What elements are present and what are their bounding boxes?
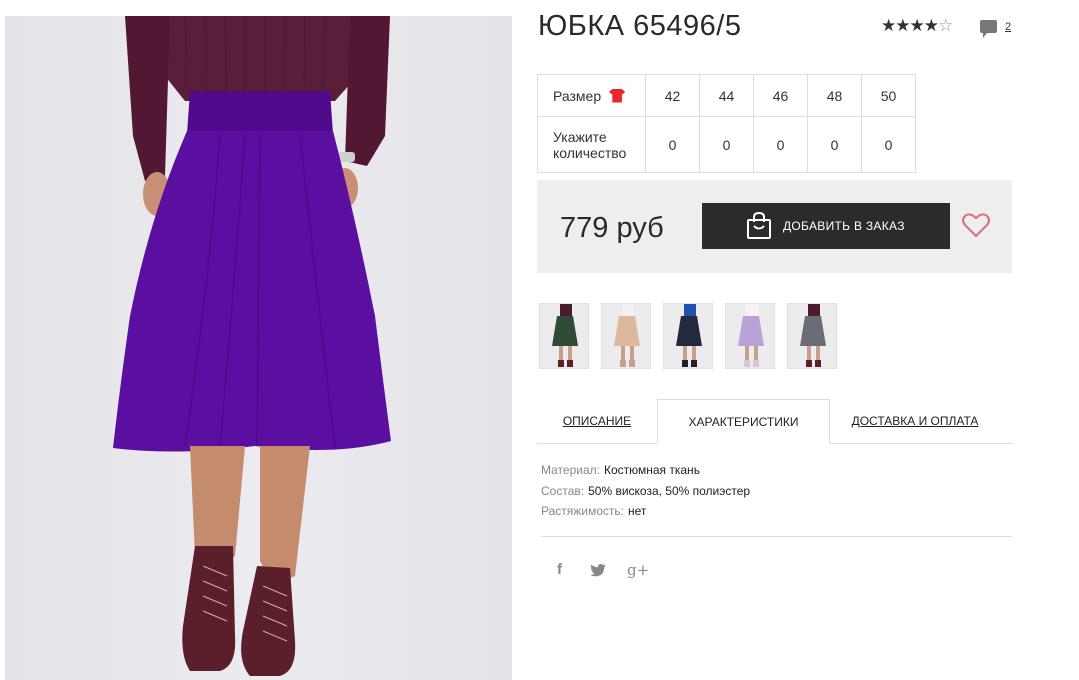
product-tabs: ОПИСАНИЕ ХАРАКТЕРИСТИКИ ДОСТАВКА И ОПЛАТ… xyxy=(537,399,1012,444)
spec-composition-value: 50% вискоза, 50% полиэстер xyxy=(588,483,751,498)
size-quantity-table: Размер 42 44 46 48 50 Укажите количество… xyxy=(537,74,916,173)
quantity-input-42[interactable]: 0 xyxy=(645,116,700,173)
heart-icon[interactable] xyxy=(962,212,990,238)
product-title: ЮБКА 65496/5 xyxy=(538,10,742,42)
rating-empty-star: ☆ xyxy=(937,16,953,35)
tab-characteristics[interactable]: ХАРАКТЕРИСТИКИ xyxy=(657,399,830,444)
size-50: 50 xyxy=(861,74,916,117)
quantity-input-46[interactable]: 0 xyxy=(753,116,808,173)
spec-stretch: Растяжимость: нет xyxy=(541,501,750,522)
thumbnail-beige[interactable] xyxy=(601,303,651,369)
characteristics-list: Материал: Костюмная ткань Состав: 50% виск… xyxy=(541,460,750,522)
rating-filled-stars: ★★★★ xyxy=(881,16,939,35)
tab-description[interactable]: ОПИСАНИЕ xyxy=(537,399,657,443)
price: 779 руб xyxy=(560,212,664,244)
size-48: 48 xyxy=(807,74,862,117)
spec-composition: Состав: 50% вискоза, 50% полиэстер xyxy=(541,481,750,502)
facebook-icon[interactable]: f xyxy=(557,561,562,578)
comment-icon[interactable] xyxy=(980,20,997,38)
thumbnail-lavender[interactable] xyxy=(725,303,775,369)
size-chart-shirt-icon[interactable] xyxy=(609,88,626,103)
thumbnail-navy[interactable] xyxy=(663,303,713,369)
thumbnail-green[interactable] xyxy=(539,303,589,369)
size-42: 42 xyxy=(645,74,700,117)
price-box: 779 руб ДОБАВИТЬ В ЗАКАЗ xyxy=(537,180,1012,273)
tab-delivery-payment[interactable]: ДОСТАВКА И ОПЛАТА xyxy=(830,399,1000,443)
spec-material: Материал: Костюмная ткань xyxy=(541,460,750,481)
size-label: Размер xyxy=(553,87,602,104)
size-46: 46 xyxy=(753,74,808,117)
spec-stretch-value: нет xyxy=(628,504,647,518)
quantity-input-44[interactable]: 0 xyxy=(699,116,754,173)
quantity-input-50[interactable]: 0 xyxy=(861,116,916,173)
add-to-order-button[interactable]: ДОБАВИТЬ В ЗАКАЗ xyxy=(702,203,950,249)
quantity-input-48[interactable]: 0 xyxy=(807,116,862,173)
twitter-icon[interactable] xyxy=(590,564,606,577)
thumbnail-gray[interactable] xyxy=(787,303,837,369)
spec-composition-label: Состав: xyxy=(541,483,585,498)
size-44: 44 xyxy=(699,74,754,117)
spec-material-label: Материал: xyxy=(541,463,600,477)
skirt-photo-illustration xyxy=(113,16,391,676)
rating-stars[interactable]: ★★★★☆ xyxy=(881,16,953,36)
product-main-image[interactable] xyxy=(5,16,512,680)
divider xyxy=(541,536,1012,537)
spec-stretch-label: Растяжимость: xyxy=(541,504,625,518)
add-to-order-label: ДОБАВИТЬ В ЗАКАЗ xyxy=(783,219,905,233)
shopping-bag-icon xyxy=(747,212,771,239)
google-plus-icon[interactable]: g+ xyxy=(627,561,649,579)
quantity-label: Укажите количество xyxy=(537,116,646,173)
comments-count-link[interactable]: 2 xyxy=(1005,21,1011,33)
spec-material-value: Костюмная ткань xyxy=(603,463,700,477)
size-label-cell: Размер xyxy=(537,74,646,117)
